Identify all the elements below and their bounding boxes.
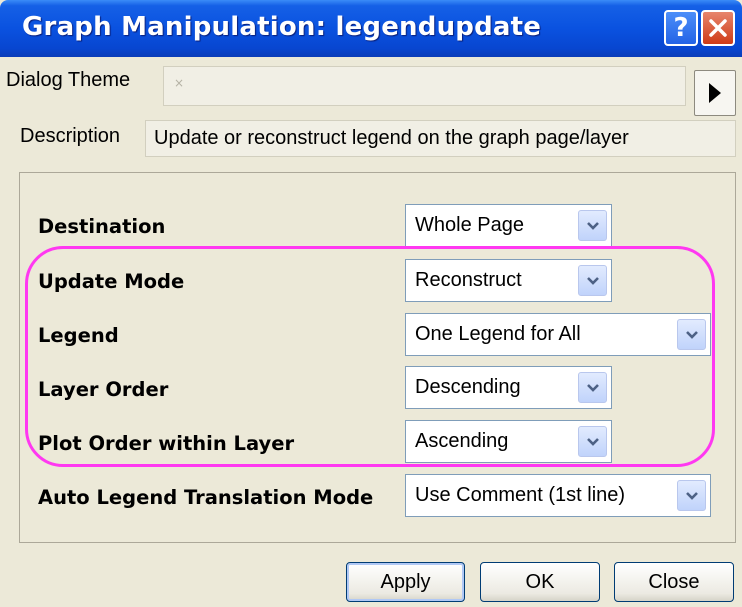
dropdown-button[interactable] xyxy=(677,480,706,511)
translation-mode-select[interactable]: Use Comment (1st line) xyxy=(405,474,711,517)
dropdown-button[interactable] xyxy=(578,372,607,403)
layer-order-label: Layer Order xyxy=(38,378,169,401)
help-button[interactable]: ? xyxy=(664,10,698,46)
plot-order-label: Plot Order within Layer xyxy=(38,432,295,455)
theme-menu-button[interactable] xyxy=(694,70,736,116)
window-title: Graph Manipulation: legendupdate xyxy=(22,12,542,42)
dropdown-button[interactable] xyxy=(677,319,706,350)
destination-label: Destination xyxy=(38,215,166,238)
legend-select[interactable]: One Legend for All xyxy=(405,313,711,356)
update-mode-label: Update Mode xyxy=(38,270,185,293)
legend-value: One Legend for All xyxy=(415,323,581,345)
chevron-down-icon xyxy=(686,492,698,500)
description-field: Update or reconstruct legend on the grap… xyxy=(145,120,736,157)
close-button[interactable]: Close xyxy=(614,562,734,602)
description-value: Update or reconstruct legend on the grap… xyxy=(154,127,629,149)
dialog-theme-value: × xyxy=(174,76,185,90)
layer-order-select[interactable]: Descending xyxy=(405,366,612,409)
destination-select[interactable]: Whole Page xyxy=(405,204,612,247)
ok-button[interactable]: OK xyxy=(480,562,600,602)
chevron-down-icon xyxy=(686,331,698,339)
plot-order-select[interactable]: Ascending xyxy=(405,420,612,463)
dialog-window: Graph Manipulation: legendupdate ? Dialo… xyxy=(0,0,742,607)
dialog-theme-label: Dialog Theme xyxy=(6,69,131,91)
update-mode-select[interactable]: Reconstruct xyxy=(405,259,612,302)
help-icon: ? xyxy=(673,13,689,43)
close-window-button[interactable] xyxy=(701,10,735,46)
chevron-down-icon xyxy=(587,384,599,392)
chevron-down-icon xyxy=(587,438,599,446)
chevron-down-icon xyxy=(587,277,599,285)
legend-label: Legend xyxy=(38,324,119,347)
apply-button[interactable]: Apply xyxy=(346,562,465,602)
translation-mode-value: Use Comment (1st line) xyxy=(415,484,626,506)
description-label: Description xyxy=(20,125,121,147)
dropdown-button[interactable] xyxy=(578,265,607,296)
arrow-right-icon xyxy=(709,83,721,103)
update-mode-value: Reconstruct xyxy=(415,269,522,291)
destination-value: Whole Page xyxy=(415,214,524,236)
plot-order-value: Ascending xyxy=(415,430,509,452)
dropdown-button[interactable] xyxy=(578,426,607,457)
layer-order-value: Descending xyxy=(415,376,521,398)
close-icon xyxy=(709,19,727,37)
dropdown-button[interactable] xyxy=(578,210,607,241)
translation-mode-label: Auto Legend Translation Mode xyxy=(38,486,374,509)
chevron-down-icon xyxy=(587,222,599,230)
title-bar[interactable]: Graph Manipulation: legendupdate ? xyxy=(0,0,742,57)
dialog-theme-field[interactable]: × xyxy=(163,66,686,106)
